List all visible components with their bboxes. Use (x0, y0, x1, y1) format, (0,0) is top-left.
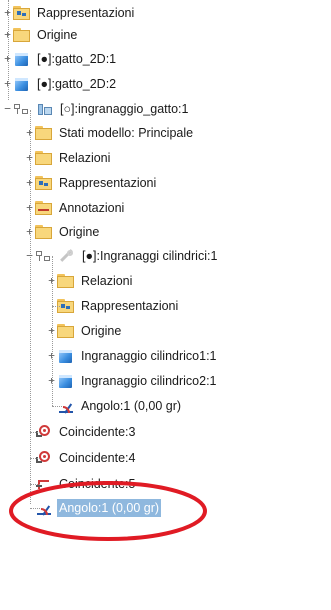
part-icon (57, 373, 75, 389)
node-label: Stati modello: Principale (59, 126, 194, 140)
node-label: Origine (81, 324, 122, 338)
node-label: Origine (59, 225, 100, 239)
tree-node-angle-constraint-selected[interactable]: Angolo:1 (0,00 gr) (26, 497, 162, 519)
tree-node-gatto-2d-2[interactable]: + [●]:gatto_2D:2 (4, 73, 118, 95)
tree-node-angle-constraint[interactable]: Angolo:1 (0,00 gr) (48, 395, 183, 417)
tree-node-spur-gears[interactable]: − [●]:Ingranaggi cilindrici:1 (26, 245, 219, 267)
node-label: Coincidente:5 (59, 477, 136, 491)
tree-node-origin[interactable]: + Origine (48, 320, 123, 342)
expand-toggle[interactable]: + (47, 325, 56, 336)
folder-icon (35, 125, 53, 141)
expand-toggle[interactable]: + (3, 78, 12, 89)
expand-toggle[interactable]: + (25, 202, 34, 213)
tree-node-coincident-5[interactable]: Coincidente:5 (26, 473, 137, 495)
part-2d-icon (13, 51, 31, 67)
tree-node-relations[interactable]: + Relazioni (48, 270, 134, 292)
tree-node-annotations[interactable]: + Annotazioni (26, 197, 126, 219)
node-label: Ingranaggio cilindrico1:1 (81, 349, 217, 363)
tree-node-gear2[interactable]: + Ingranaggio cilindrico2:1 (48, 370, 219, 392)
folder-icon (57, 323, 75, 339)
annotations-folder-icon (35, 200, 53, 216)
expand-toggle[interactable]: + (3, 29, 12, 40)
node-label: Rappresentazioni (37, 6, 135, 20)
node-label: Relazioni (59, 151, 111, 165)
tree-node-gear1[interactable]: + Ingranaggio cilindrico1:1 (48, 345, 219, 367)
expand-toggle[interactable]: + (25, 177, 34, 188)
expand-toggle[interactable]: + (47, 350, 56, 361)
tree-node-relations[interactable]: + Relazioni (26, 147, 112, 169)
node-label: Coincidente:3 (59, 425, 136, 439)
tree-node-coincident-3[interactable]: Coincidente:3 (26, 421, 137, 443)
node-label: Relazioni (81, 274, 133, 288)
tree-node-origin[interactable]: + Origine (26, 221, 101, 243)
expand-toggle[interactable]: + (25, 152, 34, 163)
tree-node-ingranaggio-gatto[interactable]: − [○]:ingranaggio_gatto:1 (4, 98, 190, 120)
node-label: Rappresentazioni (59, 176, 157, 190)
node-label: Angolo:1 (0,00 gr) (57, 499, 162, 517)
node-label: [○]:ingranaggio_gatto:1 (60, 102, 189, 116)
expand-toggle[interactable]: + (47, 375, 56, 386)
tree-node-origin[interactable]: + Origine (4, 24, 79, 46)
folder-icon (35, 224, 53, 240)
collapse-toggle[interactable]: − (3, 103, 12, 114)
part-icon (13, 76, 31, 92)
tree-node-representations[interactable]: + Rappresentazioni (4, 2, 136, 24)
node-label: Annotazioni (59, 201, 125, 215)
tree-node-coincident-4[interactable]: Coincidente:4 (26, 447, 137, 469)
model-browser-tree: + Rappresentazioni + Origine + [●]:gatto… (0, 0, 331, 610)
tree-node-representations[interactable]: Rappresentazioni (48, 295, 180, 317)
folder-icon (13, 27, 31, 43)
node-label: [●]:gatto_2D:2 (37, 77, 117, 91)
node-label: Coincidente:4 (59, 451, 136, 465)
expand-toggle[interactable]: + (3, 7, 12, 18)
gear-generator-icon (58, 248, 76, 264)
node-label: Origine (37, 28, 78, 42)
tree-node-representations[interactable]: + Rappresentazioni (26, 172, 158, 194)
assembly-icon (36, 101, 54, 117)
folder-icon (57, 273, 75, 289)
node-label: Ingranaggio cilindrico2:1 (81, 374, 217, 388)
collapse-toggle[interactable]: − (25, 250, 34, 261)
expand-toggle[interactable]: + (3, 53, 12, 64)
folder-icon (35, 150, 53, 166)
tree-node-gatto-2d-1[interactable]: + [●]:gatto_2D:1 (4, 48, 118, 70)
node-label: Rappresentazioni (81, 299, 179, 313)
tree-node-model-states[interactable]: + Stati modello: Principale (26, 122, 195, 144)
representations-folder-icon (13, 5, 31, 21)
part-icon (57, 348, 75, 364)
node-label: Angolo:1 (0,00 gr) (81, 399, 182, 413)
constraint-chain-icon (13, 101, 31, 117)
representations-folder-icon (35, 175, 53, 191)
constraint-chain-icon (35, 248, 53, 264)
node-label: [●]:gatto_2D:1 (37, 52, 117, 66)
expand-toggle[interactable]: + (47, 275, 56, 286)
node-label: [●]:Ingranaggi cilindrici:1 (82, 249, 218, 263)
expand-toggle[interactable]: + (25, 226, 34, 237)
expand-toggle[interactable]: + (25, 127, 34, 138)
